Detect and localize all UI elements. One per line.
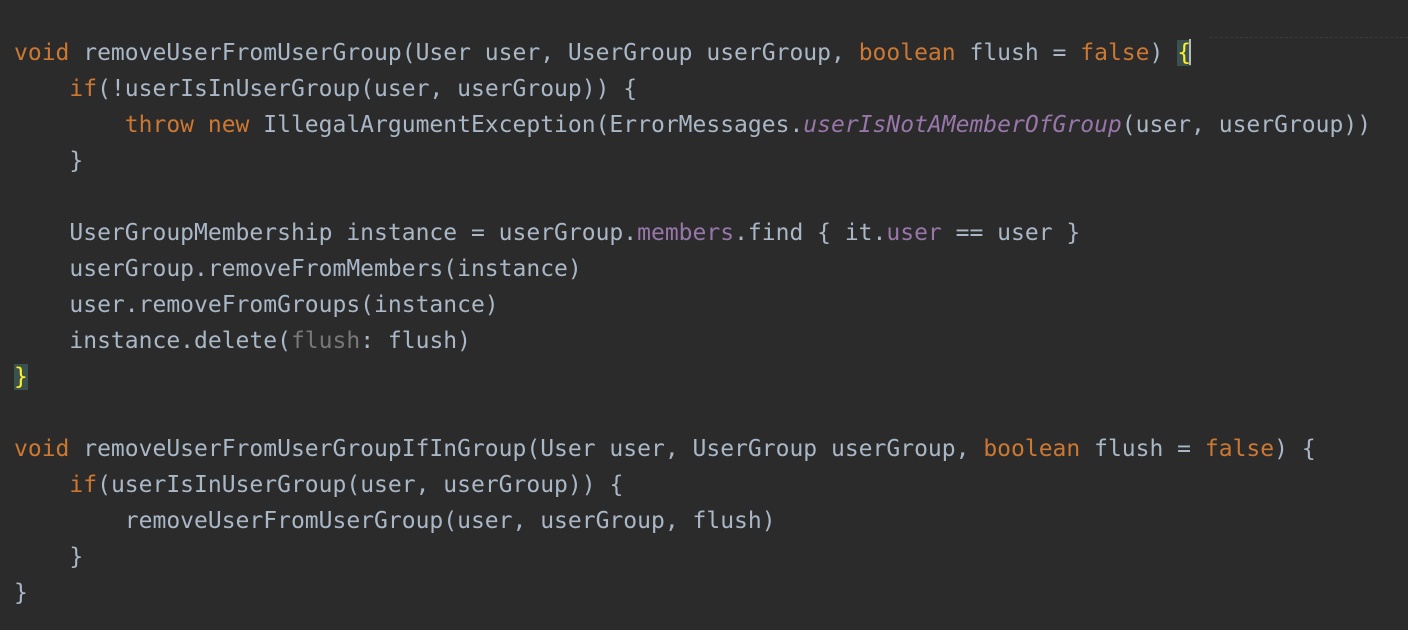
code-line[interactable]: if(!userIsInUserGroup(user, userGroup)) … [14, 71, 1371, 107]
code-token: UserGroupMembership instance = userGroup… [14, 220, 638, 246]
keyword-token: void [14, 40, 70, 66]
code-line[interactable]: if(userIsInUserGroup(user, userGroup)) { [14, 467, 1371, 503]
code-token: ) [1149, 40, 1178, 66]
keyword-token: boolean [858, 40, 956, 66]
code-token: flush = [955, 40, 1081, 66]
code-line[interactable]: throw new IllegalArgumentException(Error… [14, 107, 1371, 143]
keyword-token: if [69, 76, 98, 102]
keyword-token: throw new [124, 112, 250, 138]
code-token: user.removeFromGroups(instance) [14, 292, 499, 318]
code-token: (!userIsInUserGroup(user, userGroup)) { [97, 76, 638, 102]
code-token: userGroup.removeFromMembers(instance) [14, 256, 582, 282]
keyword-token: boolean [983, 436, 1081, 462]
code-area[interactable]: void removeUserFromUserGroup(User user, … [14, 35, 1371, 611]
code-token: flush = [1080, 436, 1205, 462]
code-editor[interactable]: void removeUserFromUserGroup(User user, … [0, 0, 1408, 630]
keyword-token: if [69, 472, 98, 498]
static-method-token: userIsNotAMemberOfGroup [803, 112, 1122, 138]
code-line[interactable]: UserGroupMembership instance = userGroup… [14, 215, 1371, 251]
code-token: instance.delete( [14, 328, 291, 354]
code-token: ) { [1274, 436, 1316, 462]
code-line[interactable]: userGroup.removeFromMembers(instance) [14, 251, 1371, 287]
code-line[interactable]: removeUserFromUserGroup(user, userGroup,… [14, 503, 1371, 539]
code-line[interactable]: void removeUserFromUserGroupIfInGroup(Us… [14, 431, 1371, 467]
code-line[interactable] [14, 179, 1371, 215]
code-line[interactable]: user.removeFromGroups(instance) [14, 287, 1371, 323]
code-token: (userIsInUserGroup(user, userGroup)) { [97, 472, 624, 498]
code-line[interactable]: instance.delete(flush: flush) [14, 323, 1371, 359]
keyword-token: false [1204, 436, 1275, 462]
code-token: removeUserFromUserGroup(User user, UserG… [69, 40, 859, 66]
keyword-token: void [14, 436, 70, 462]
code-line[interactable]: } [14, 575, 1371, 611]
code-token: } [14, 580, 28, 606]
code-line[interactable]: } [14, 359, 1371, 395]
code-line[interactable]: } [14, 143, 1371, 179]
text-caret [1189, 39, 1192, 65]
code-token: .find { it. [734, 220, 887, 246]
code-line[interactable]: void removeUserFromUserGroup(User user, … [14, 35, 1371, 71]
matched-brace: } [14, 364, 28, 390]
code-line[interactable] [14, 395, 1371, 431]
field-token: user [886, 220, 942, 246]
code-token: } [14, 148, 84, 174]
field-token: members [637, 220, 735, 246]
parameter-hint: flush [290, 328, 361, 354]
code-line[interactable]: } [14, 539, 1371, 575]
keyword-token: false [1080, 40, 1150, 66]
code-token: removeUserFromUserGroupIfInGroup(User us… [69, 436, 984, 462]
code-token: removeUserFromUserGroup(user, userGroup,… [14, 508, 776, 534]
code-token: (user, userGroup)) [1121, 112, 1372, 138]
code-token: : flush) [360, 328, 471, 354]
code-token: IllegalArgumentException(ErrorMessages. [249, 112, 804, 138]
code-token: == user } [941, 220, 1081, 246]
code-token: } [14, 544, 84, 570]
